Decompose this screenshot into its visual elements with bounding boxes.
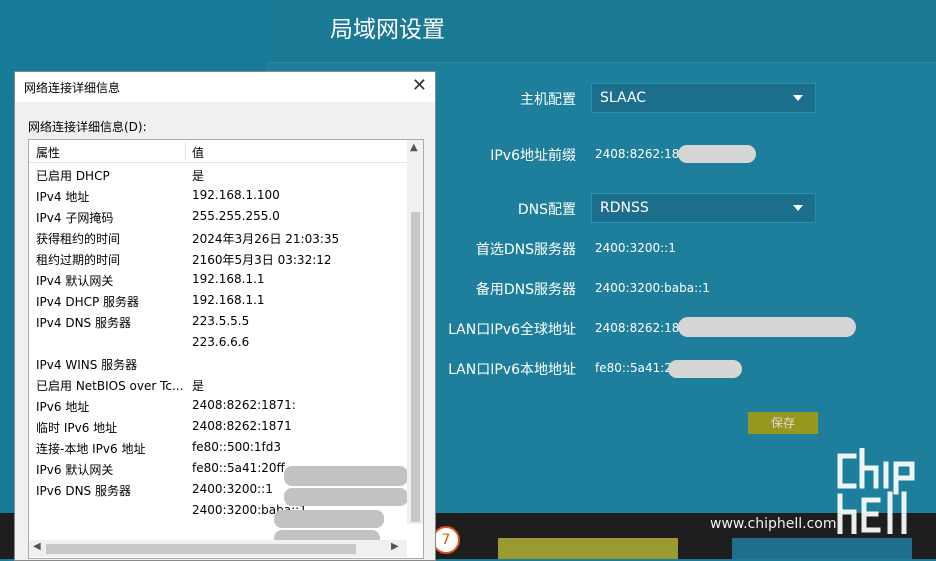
column-value-header[interactable]: 值 xyxy=(192,144,204,161)
bottom-blue-block xyxy=(732,538,912,559)
row-property: IPv4 默认网关 xyxy=(36,274,114,288)
list-header: 属性 值 xyxy=(29,140,407,163)
redaction-blur xyxy=(678,145,756,163)
table-row[interactable]: 223.6.6.6 xyxy=(29,332,407,353)
table-row[interactable]: IPv6 地址 2408:8262:1871: xyxy=(29,395,407,416)
lan-local-value: fe80::5a41:20 xyxy=(595,361,680,375)
network-details-dialog: 网络连接详细信息 ✕ 网络连接详细信息(D): 属性 值 已启用 DHCP 是 IP… xyxy=(14,71,436,561)
row-value: 192.168.1.100 xyxy=(192,188,280,202)
row-property: IPv4 子网掩码 xyxy=(36,211,114,225)
row-property: IPv4 DNS 服务器 xyxy=(36,316,131,330)
table-row[interactable]: 连接-本地 IPv6 地址 fe80::500:1fd3 xyxy=(29,437,407,458)
row-value: 192.168.1.1 xyxy=(192,272,265,286)
row-property: 连接-本地 IPv6 地址 xyxy=(36,442,146,456)
table-row[interactable]: IPv4 WINS 服务器 xyxy=(29,353,407,374)
step-badge: 7 xyxy=(432,526,460,554)
row-value: 2400:3200::1 xyxy=(192,482,273,496)
row-value: 2408:8262:1871: xyxy=(192,398,296,412)
watermark-text: www.chiphell.com xyxy=(710,516,837,532)
dialog-title: 网络连接详细信息 xyxy=(24,81,121,95)
dialog-titlebar: 网络连接详细信息 ✕ xyxy=(15,72,435,102)
table-row[interactable]: IPv4 DHCP 服务器 192.168.1.1 xyxy=(29,290,407,311)
host-config-select[interactable]: SLAAC xyxy=(591,83,816,113)
details-list-label: 网络连接详细信息(D): xyxy=(28,120,147,134)
bottom-olive-block xyxy=(498,538,678,559)
arrow-up-icon[interactable]: ▲ xyxy=(410,142,418,153)
host-config-value: SLAAC xyxy=(600,90,647,106)
arrow-right-icon[interactable]: ▶ xyxy=(391,541,399,552)
table-row[interactable]: IPv4 DNS 服务器 223.5.5.5 xyxy=(29,311,407,332)
primary-dns-value: 2400:3200::1 xyxy=(595,241,676,255)
lan-global-value: 2408:8262:187 xyxy=(595,321,688,335)
row-property: IPv4 DHCP 服务器 xyxy=(36,295,140,309)
redaction-blur xyxy=(274,510,384,528)
vertical-scroll-thumb[interactable] xyxy=(411,212,420,522)
row-property: IPv6 DNS 服务器 xyxy=(36,484,131,498)
dns-config-select[interactable]: RDNSS xyxy=(591,193,816,223)
close-icon[interactable]: ✕ xyxy=(412,76,427,96)
table-row[interactable]: 获得租约的时间 2024年3月26日 21:03:35 xyxy=(29,227,407,248)
row-property: 已启用 DHCP xyxy=(36,169,110,183)
row-property: IPv4 WINS 服务器 xyxy=(36,358,138,372)
row-value: 223.5.5.5 xyxy=(192,314,250,328)
row-value: 2160年5月3日 03:32:12 xyxy=(192,253,332,267)
page-title: 局域网设置 xyxy=(330,17,445,43)
row-value: fe80::500:1fd3 xyxy=(192,440,282,454)
row-value: 192.168.1.1 xyxy=(192,293,265,307)
row-property: 租约过期的时间 xyxy=(36,253,121,267)
table-row[interactable]: 已启用 NetBIOS over Tc... 是 xyxy=(29,374,407,395)
column-divider xyxy=(185,142,186,160)
horizontal-scrollbar[interactable]: ◀ ▶ xyxy=(29,540,407,557)
chevron-down-icon xyxy=(793,95,803,101)
arrow-left-icon[interactable]: ◀ xyxy=(33,541,41,552)
row-property: 获得租约的时间 xyxy=(36,232,121,246)
horizontal-scroll-thumb[interactable] xyxy=(46,544,356,554)
column-property-header[interactable]: 属性 xyxy=(36,144,60,161)
row-property: 临时 IPv6 地址 xyxy=(36,421,118,435)
row-property: IPv4 地址 xyxy=(36,190,90,204)
prefix-value: 2408:8262:187 xyxy=(595,147,688,161)
table-row[interactable]: 已启用 DHCP 是 xyxy=(29,164,407,185)
redaction-blur xyxy=(284,488,408,506)
table-row[interactable]: 临时 IPv6 地址 2408:8262:1871 xyxy=(29,416,407,437)
row-value: 255.255.255.0 xyxy=(192,209,280,223)
table-row[interactable]: IPv4 默认网关 192.168.1.1 xyxy=(29,269,407,290)
redaction-blur xyxy=(678,317,856,337)
details-list[interactable]: 属性 值 已启用 DHCP 是 IPv4 地址 192.168.1.100 IPv4 子… xyxy=(28,139,424,559)
row-value: fe80::5a41:20ff xyxy=(192,461,285,475)
chiphell-logo xyxy=(837,448,915,534)
row-value: 223.6.6.6 xyxy=(192,335,250,349)
table-row[interactable]: IPv4 地址 192.168.1.100 xyxy=(29,185,407,206)
redaction-blur xyxy=(668,360,742,378)
table-row[interactable]: IPv4 子网掩码 255.255.255.0 xyxy=(29,206,407,227)
row-property: IPv6 默认网关 xyxy=(36,463,114,477)
row-property: IPv6 地址 xyxy=(36,400,90,414)
vertical-scrollbar[interactable]: ▲ xyxy=(407,140,423,524)
row-value: 是 xyxy=(192,169,205,183)
save-button[interactable]: 保存 xyxy=(748,412,818,434)
redaction-blur xyxy=(284,466,408,486)
row-value: 是 xyxy=(192,379,205,393)
row-property: 已启用 NetBIOS over Tc... xyxy=(36,379,184,393)
secondary-dns-value: 2400:3200:baba::1 xyxy=(595,281,710,295)
row-value: 2408:8262:1871 xyxy=(192,419,292,433)
row-value: 2024年3月26日 21:03:35 xyxy=(192,232,340,246)
table-row[interactable]: 租约过期的时间 2160年5月3日 03:32:12 xyxy=(29,248,407,269)
chevron-down-icon xyxy=(793,205,803,211)
dns-config-value: RDNSS xyxy=(600,200,649,216)
